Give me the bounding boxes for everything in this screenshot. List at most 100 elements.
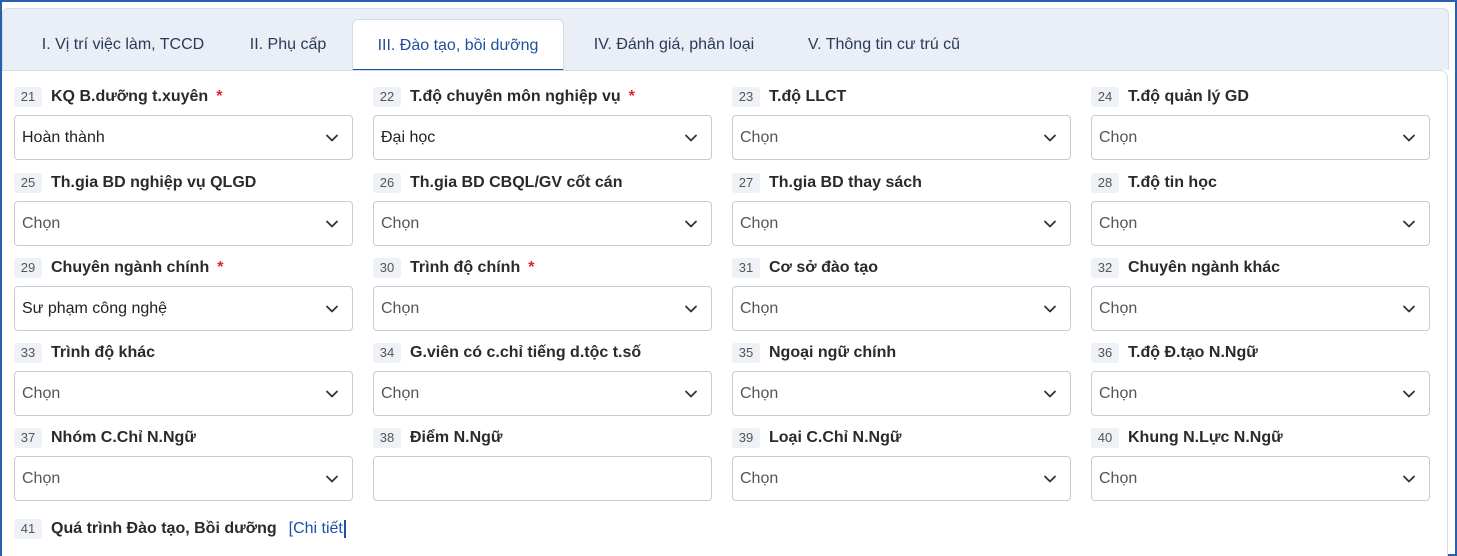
tab-dao-tao-boi-duong[interactable]: III. Đào tạo, bồi dưỡng	[352, 19, 564, 71]
field-label-row: 32 Chuyên ngành khác	[1091, 257, 1280, 279]
selected-value: Chọn	[1099, 385, 1138, 402]
field-number: 36	[1091, 343, 1119, 363]
field-label-row: 36 T.độ Đ.tạo N.Ngữ	[1091, 342, 1258, 364]
select-field-21[interactable]: Hoàn thành	[14, 115, 353, 160]
required-marker: *	[628, 88, 635, 105]
field-label: T.độ LLCT	[769, 88, 847, 105]
select-field-37[interactable]: Chọn	[14, 456, 353, 501]
selected-value: Chọn	[381, 300, 420, 317]
field-label: Cơ sở đào tạo	[769, 259, 878, 276]
selected-value: Chọn	[22, 470, 61, 487]
field-26: 26 Th.gia BD CBQL/GV cốt cán Chọn	[373, 172, 712, 246]
select-field-39[interactable]: Chọn	[732, 456, 1071, 501]
field-31: 31 Cơ sở đào tạo Chọn	[732, 257, 1071, 331]
field-label: Th.gia BD nghiệp vụ QLGD	[51, 174, 257, 191]
field-label: T.độ Đ.tạo N.Ngữ	[1128, 344, 1258, 361]
selected-value: Chọn	[1099, 300, 1138, 317]
field-number: 30	[373, 258, 401, 278]
field-label: Điểm N.Ngữ	[410, 429, 503, 446]
diem-ngoai-ngu-input[interactable]	[373, 456, 712, 501]
select-field-35[interactable]: Chọn	[732, 371, 1071, 416]
field-40: 40 Khung N.Lực N.Ngữ Chọn	[1091, 427, 1430, 501]
select-field-31[interactable]: Chọn	[732, 286, 1071, 331]
field-label: T.độ chuyên môn nghiệp vụ	[410, 88, 621, 105]
field-label-row: 22 T.độ chuyên môn nghiệp vụ *	[373, 86, 635, 108]
select-field-40[interactable]: Chọn	[1091, 456, 1430, 501]
select-field-30[interactable]: Chọn	[373, 286, 712, 331]
select-field-25[interactable]: Chọn	[14, 201, 353, 246]
chevron-down-icon	[685, 220, 697, 228]
field-38: 38 Điểm N.Ngữ	[373, 427, 712, 501]
select-field-27[interactable]: Chọn	[732, 201, 1071, 246]
detail-label: Quá trình Đào tạo, Bồi dưỡng	[51, 520, 277, 537]
chevron-down-icon	[1403, 390, 1415, 398]
field-21: 21 KQ B.dưỡng t.xuyên * Hoàn thành	[14, 86, 353, 160]
selected-value: Chọn	[740, 385, 779, 402]
selected-value: Chọn	[1099, 470, 1138, 487]
field-label-row: 39 Loại C.Chỉ N.Ngữ	[732, 427, 901, 449]
field-label-row: 33 Trình độ khác	[14, 342, 155, 364]
select-field-23[interactable]: Chọn	[732, 115, 1071, 160]
chevron-down-icon	[1044, 475, 1056, 483]
chevron-down-icon	[1044, 305, 1056, 313]
field-number: 41	[14, 519, 42, 539]
select-field-22[interactable]: Đại học	[373, 115, 712, 160]
field-23: 23 T.độ LLCT Chọn	[732, 86, 1071, 160]
tab-thong-tin-cu-tru-cu[interactable]: V. Thông tin cư trú cũ	[787, 19, 981, 70]
tab-bar: I. Vị trí việc làm, TCCD II. Phụ cấp III…	[2, 8, 1449, 71]
chevron-down-icon	[326, 220, 338, 228]
field-label: Trình độ chính	[410, 259, 521, 276]
field-label-row: 38 Điểm N.Ngữ	[373, 427, 502, 449]
field-29: 29 Chuyên ngành chính * Sư phạm công nghệ	[14, 257, 353, 331]
field-number: 40	[1091, 428, 1119, 448]
chevron-down-icon	[1403, 475, 1415, 483]
detail-link[interactable]: [Chi tiết	[289, 520, 346, 538]
selected-value: Chọn	[381, 215, 420, 232]
field-34: 34 G.viên có c.chỉ tiếng d.tộc t.số Chọn	[373, 342, 712, 416]
selected-value: Chọn	[740, 300, 779, 317]
field-36: 36 T.độ Đ.tạo N.Ngữ Chọn	[1091, 342, 1430, 416]
field-24: 24 T.độ quản lý GD Chọn	[1091, 86, 1430, 160]
selected-value: Chọn	[740, 470, 779, 487]
chevron-down-icon	[1403, 305, 1415, 313]
selected-value: Đại học	[381, 129, 436, 146]
field-number: 38	[373, 428, 401, 448]
chevron-down-icon	[1044, 134, 1056, 142]
select-field-24[interactable]: Chọn	[1091, 115, 1430, 160]
field-label-row: 27 Th.gia BD thay sách	[732, 172, 922, 194]
field-label: Loại C.Chỉ N.Ngữ	[769, 429, 902, 446]
field-number: 37	[14, 428, 42, 448]
field-label: G.viên có c.chỉ tiếng d.tộc t.số	[410, 344, 642, 361]
chevron-down-icon	[326, 305, 338, 313]
select-field-26[interactable]: Chọn	[373, 201, 712, 246]
field-label: Chuyên ngành chính	[51, 259, 210, 276]
field-label-row: 40 Khung N.Lực N.Ngữ	[1091, 427, 1283, 449]
field-label: Chuyên ngành khác	[1128, 259, 1281, 276]
field-33: 33 Trình độ khác Chọn	[14, 342, 353, 416]
select-field-28[interactable]: Chọn	[1091, 201, 1430, 246]
select-field-32[interactable]: Chọn	[1091, 286, 1430, 331]
field-label-row: 25 Th.gia BD nghiệp vụ QLGD	[14, 172, 256, 194]
required-marker: *	[528, 259, 535, 276]
selected-value: Chọn	[740, 129, 779, 146]
field-label-row: 29 Chuyên ngành chính *	[14, 257, 223, 279]
select-field-36[interactable]: Chọn	[1091, 371, 1430, 416]
chevron-down-icon	[685, 305, 697, 313]
field-number: 21	[14, 87, 42, 107]
selected-value: Chọn	[381, 385, 420, 402]
chevron-down-icon	[1403, 134, 1415, 142]
tab-vi-tri-viec-lam[interactable]: I. Vị trí việc làm, TCCD	[19, 19, 227, 70]
tab-danh-gia-phan-loai[interactable]: IV. Đánh giá, phân loại	[570, 19, 778, 70]
select-field-34[interactable]: Chọn	[373, 371, 712, 416]
field-number: 31	[732, 258, 760, 278]
field-number: 27	[732, 173, 760, 193]
field-label-row: 23 T.độ LLCT	[732, 86, 846, 108]
field-27: 27 Th.gia BD thay sách Chọn	[732, 172, 1071, 246]
field-label: Th.gia BD CBQL/GV cốt cán	[410, 174, 623, 191]
select-field-33[interactable]: Chọn	[14, 371, 353, 416]
tab-phu-cap[interactable]: II. Phụ cấp	[227, 19, 349, 70]
select-field-29[interactable]: Sư phạm công nghệ	[14, 286, 353, 331]
chevron-down-icon	[1403, 220, 1415, 228]
field-number: 39	[732, 428, 760, 448]
field-label-row: 28 T.độ tin học	[1091, 172, 1217, 194]
